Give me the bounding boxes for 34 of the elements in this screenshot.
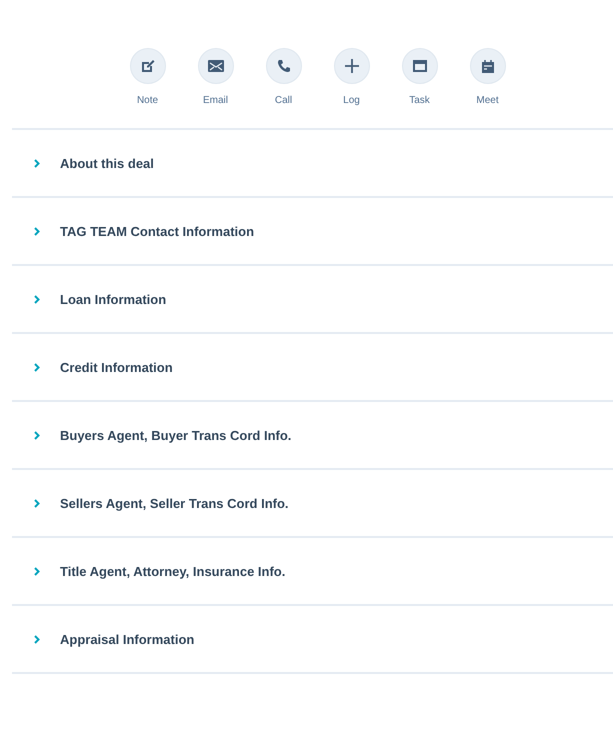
- meet-button[interactable]: [470, 48, 506, 84]
- calendar-icon: [480, 58, 494, 74]
- window-icon: [412, 59, 428, 73]
- chevron-icon[interactable]: [34, 498, 40, 508]
- action-label: Note: [136, 95, 158, 106]
- action-label: Log: [343, 95, 360, 106]
- section-header[interactable]: Buyers Agent, Buyer Trans Cord Info.: [60, 428, 292, 442]
- section-header[interactable]: TAG TEAM Contact Information: [60, 224, 254, 238]
- section-header[interactable]: Title Agent, Attorney, Insurance Info.: [60, 564, 286, 578]
- call-button[interactable]: [266, 48, 302, 84]
- email-button[interactable]: [198, 48, 234, 84]
- plus-icon: [344, 58, 360, 74]
- section-header[interactable]: Appraisal Information: [60, 632, 194, 646]
- chevron-icon[interactable]: [34, 566, 40, 576]
- log-button[interactable]: [334, 48, 370, 84]
- action-label: Task: [409, 95, 430, 106]
- chevron-icon[interactable]: [34, 430, 40, 440]
- section-header[interactable]: Credit Information: [60, 360, 173, 374]
- chevron-icon[interactable]: [34, 226, 40, 236]
- task-button[interactable]: [402, 48, 438, 84]
- note-button[interactable]: [130, 48, 166, 84]
- section-header[interactable]: Loan Information: [60, 292, 166, 306]
- section-header[interactable]: Sellers Agent, Seller Trans Cord Info.: [60, 496, 289, 510]
- phone-icon: [276, 59, 290, 73]
- edit-icon: [140, 59, 154, 73]
- chevron-icon[interactable]: [34, 294, 40, 304]
- chevron-icon[interactable]: [34, 362, 40, 372]
- action-label: Meet: [476, 95, 499, 106]
- envelope-icon: [208, 60, 224, 72]
- chevron-icon[interactable]: [34, 634, 40, 644]
- section-header[interactable]: About this deal: [60, 156, 154, 170]
- action-label: Call: [274, 95, 292, 106]
- chevron-icon[interactable]: [34, 158, 40, 168]
- action-label: Email: [202, 95, 228, 106]
